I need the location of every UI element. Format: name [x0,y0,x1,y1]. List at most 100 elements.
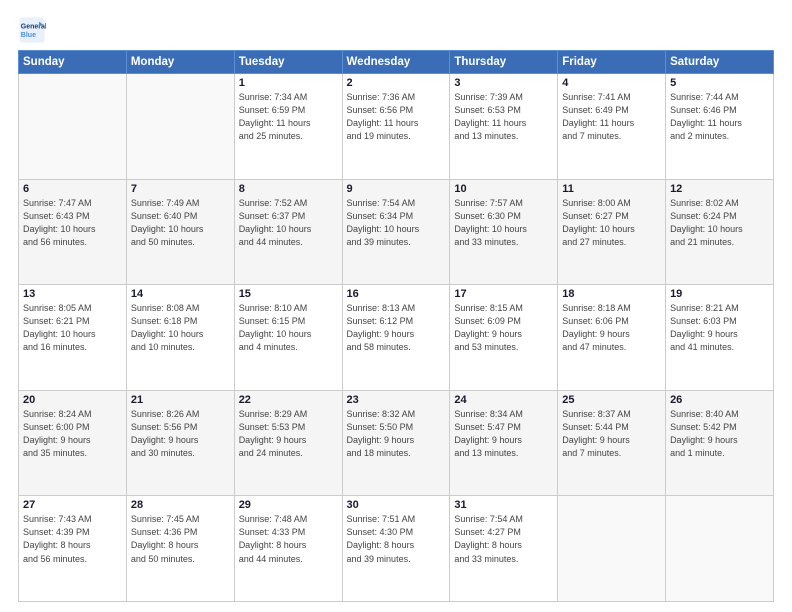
day-number: 19 [670,288,769,300]
calendar-cell: 11 Sunrise: 8:00 AMSunset: 6:27 PMDayligh… [558,179,666,285]
day-number: 28 [131,499,230,511]
day-info: Sunrise: 8:18 AMSunset: 6:06 PMDaylight:… [562,302,661,354]
day-number: 11 [562,183,661,195]
day-number: 31 [454,499,553,511]
day-info: Sunrise: 8:24 AMSunset: 6:00 PMDaylight:… [23,408,122,460]
day-number: 12 [670,183,769,195]
weekday-header-row: SundayMondayTuesdayWednesdayThursdayFrid… [19,51,774,74]
calendar-cell: 12 Sunrise: 8:02 AMSunset: 6:24 PMDayligh… [666,179,774,285]
calendar-cell: 19 Sunrise: 8:21 AMSunset: 6:03 PMDayligh… [666,285,774,391]
calendar-cell: 9Sunrise: 7:54 AMSunset: 6:34 PMDaylight… [342,179,450,285]
calendar-cell: 24 Sunrise: 8:34 AMSunset: 5:47 PMDayligh… [450,390,558,496]
day-info: Sunrise: 7:44 AMSunset: 6:46 PMDaylight:… [670,91,769,143]
day-info: Sunrise: 8:02 AMSunset: 6:24 PMDaylight:… [670,197,769,249]
calendar-cell: 18 Sunrise: 8:18 AMSunset: 6:06 PMDayligh… [558,285,666,391]
logo: General Blue [18,16,50,44]
day-info: Sunrise: 8:00 AMSunset: 6:27 PMDaylight:… [562,197,661,249]
day-info: Sunrise: 8:05 AMSunset: 6:21 PMDaylight:… [23,302,122,354]
logo-icon: General Blue [18,16,46,44]
day-number: 13 [23,288,122,300]
calendar-cell: 13 Sunrise: 8:05 AMSunset: 6:21 PMDayligh… [19,285,127,391]
day-number: 23 [347,394,446,406]
day-number: 22 [239,394,338,406]
calendar-table: SundayMondayTuesdayWednesdayThursdayFrid… [18,50,774,602]
calendar-week-3: 13 Sunrise: 8:05 AMSunset: 6:21 PMDayligh… [19,285,774,391]
calendar-cell: 17 Sunrise: 8:15 AMSunset: 6:09 PMDayligh… [450,285,558,391]
weekday-header-friday: Friday [558,51,666,74]
calendar-cell: 15Sunrise: 8:10 AMSunset: 6:15 PMDayligh… [234,285,342,391]
calendar-cell: 7 Sunrise: 7:49 AMSunset: 6:40 PMDaylight… [126,179,234,285]
calendar-cell: 29 Sunrise: 7:48 AMSunset: 4:33 PMDayligh… [234,496,342,602]
calendar-cell: 30 Sunrise: 7:51 AMSunset: 4:30 PMDayligh… [342,496,450,602]
day-info: Sunrise: 8:26 AMSunset: 5:56 PMDaylight:… [131,408,230,460]
day-info: Sunrise: 7:49 AMSunset: 6:40 PMDaylight:… [131,197,230,249]
day-number: 24 [454,394,553,406]
day-info: Sunrise: 7:52 AMSunset: 6:37 PMDaylight:… [239,197,338,249]
day-number: 1 [239,77,338,89]
page: General Blue SundayMondayTuesdayWednesda… [0,0,792,612]
day-number: 7 [131,183,230,195]
day-number: 6 [23,183,122,195]
calendar-cell: 4 Sunrise: 7:41 AMSunset: 6:49 PMDaylight… [558,74,666,180]
day-number: 10 [454,183,553,195]
day-number: 18 [562,288,661,300]
day-number: 4 [562,77,661,89]
calendar-cell [666,496,774,602]
calendar-cell: 6Sunrise: 7:47 AMSunset: 6:43 PMDaylight… [19,179,127,285]
calendar-cell: 21 Sunrise: 8:26 AMSunset: 5:56 PMDayligh… [126,390,234,496]
day-number: 27 [23,499,122,511]
day-number: 3 [454,77,553,89]
day-info: Sunrise: 7:43 AMSunset: 4:39 PMDaylight:… [23,513,122,565]
calendar-cell [126,74,234,180]
day-info: Sunrise: 7:51 AMSunset: 4:30 PMDaylight:… [347,513,446,565]
header: General Blue [18,16,774,44]
weekday-header-thursday: Thursday [450,51,558,74]
day-info: Sunrise: 8:21 AMSunset: 6:03 PMDaylight:… [670,302,769,354]
calendar-cell [19,74,127,180]
calendar-cell: 16Sunrise: 8:13 AMSunset: 6:12 PMDayligh… [342,285,450,391]
calendar-cell: 14Sunrise: 8:08 AMSunset: 6:18 PMDayligh… [126,285,234,391]
calendar-cell: 31Sunrise: 7:54 AMSunset: 4:27 PMDayligh… [450,496,558,602]
day-number: 9 [347,183,446,195]
day-info: Sunrise: 8:15 AMSunset: 6:09 PMDaylight:… [454,302,553,354]
day-info: Sunrise: 8:29 AMSunset: 5:53 PMDaylight:… [239,408,338,460]
day-info: Sunrise: 7:39 AMSunset: 6:53 PMDaylight:… [454,91,553,143]
day-number: 2 [347,77,446,89]
calendar-cell: 2 Sunrise: 7:36 AMSunset: 6:56 PMDaylight… [342,74,450,180]
day-info: Sunrise: 8:34 AMSunset: 5:47 PMDaylight:… [454,408,553,460]
calendar-cell: 25Sunrise: 8:37 AMSunset: 5:44 PMDayligh… [558,390,666,496]
day-info: Sunrise: 8:32 AMSunset: 5:50 PMDaylight:… [347,408,446,460]
day-number: 16 [347,288,446,300]
weekday-header-sunday: Sunday [19,51,127,74]
day-number: 14 [131,288,230,300]
calendar-cell: 10 Sunrise: 7:57 AMSunset: 6:30 PMDayligh… [450,179,558,285]
calendar-cell: 5 Sunrise: 7:44 AMSunset: 6:46 PMDaylight… [666,74,774,180]
calendar-cell: 3 Sunrise: 7:39 AMSunset: 6:53 PMDaylight… [450,74,558,180]
day-number: 8 [239,183,338,195]
day-number: 5 [670,77,769,89]
day-info: Sunrise: 7:57 AMSunset: 6:30 PMDaylight:… [454,197,553,249]
calendar-week-5: 27 Sunrise: 7:43 AMSunset: 4:39 PMDayligh… [19,496,774,602]
day-info: Sunrise: 7:45 AMSunset: 4:36 PMDaylight:… [131,513,230,565]
calendar-week-1: 1Sunrise: 7:34 AMSunset: 6:59 PMDaylight… [19,74,774,180]
calendar-week-4: 20 Sunrise: 8:24 AMSunset: 6:00 PMDayligh… [19,390,774,496]
day-info: Sunrise: 7:41 AMSunset: 6:49 PMDaylight:… [562,91,661,143]
calendar-cell: 20 Sunrise: 8:24 AMSunset: 6:00 PMDayligh… [19,390,127,496]
calendar-cell: 23 Sunrise: 8:32 AMSunset: 5:50 PMDayligh… [342,390,450,496]
calendar-cell [558,496,666,602]
day-number: 30 [347,499,446,511]
day-number: 17 [454,288,553,300]
weekday-header-saturday: Saturday [666,51,774,74]
day-info: Sunrise: 8:10 AMSunset: 6:15 PMDaylight:… [239,302,338,354]
day-number: 20 [23,394,122,406]
day-number: 26 [670,394,769,406]
day-info: Sunrise: 8:37 AMSunset: 5:44 PMDaylight:… [562,408,661,460]
day-info: Sunrise: 7:36 AMSunset: 6:56 PMDaylight:… [347,91,446,143]
day-number: 21 [131,394,230,406]
day-number: 29 [239,499,338,511]
svg-text:Blue: Blue [21,32,36,39]
calendar-cell: 28 Sunrise: 7:45 AMSunset: 4:36 PMDayligh… [126,496,234,602]
calendar-cell: 26Sunrise: 8:40 AMSunset: 5:42 PMDayligh… [666,390,774,496]
day-info: Sunrise: 7:48 AMSunset: 4:33 PMDaylight:… [239,513,338,565]
calendar-cell: 27 Sunrise: 7:43 AMSunset: 4:39 PMDayligh… [19,496,127,602]
